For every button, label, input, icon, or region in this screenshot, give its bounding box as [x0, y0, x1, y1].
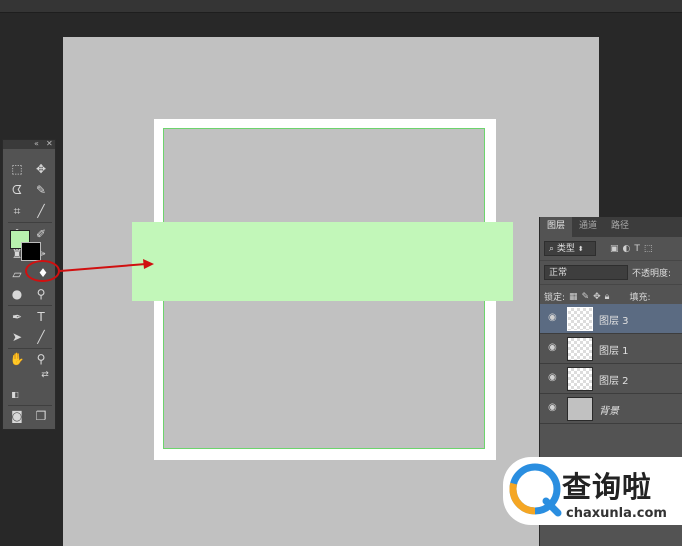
collapse-icon[interactable]: «	[34, 138, 39, 150]
filter-kind-value: 类型	[556, 244, 575, 254]
layer-name: 图层 2	[599, 376, 629, 387]
image-filter-icon[interactable]: ▣	[610, 244, 619, 254]
path-selection-icon[interactable]: ➤	[8, 328, 26, 346]
tools-panel-header[interactable]: « ✕	[3, 138, 55, 150]
filter-kind-select[interactable]: ⌕ 类型 ⬍	[544, 241, 596, 256]
opacity-label: 不透明度:	[632, 269, 672, 279]
panel-tabs: 图层 通道 路径	[540, 217, 682, 237]
layer-thumbnail	[567, 307, 593, 331]
quick-mask-icon[interactable]: ◙	[8, 407, 26, 425]
layer-thumbnail	[567, 397, 593, 421]
layer-thumbnail	[567, 367, 593, 391]
blend-mode-value: 正常	[549, 268, 568, 278]
filter-row: ⌕ 类型 ⬍ ▣ ◐ T ⬚	[540, 237, 682, 261]
lock-all-icon[interactable]: 🔒︎	[605, 292, 610, 302]
eye-icon[interactable]: ◉	[548, 402, 557, 413]
pen-tool-icon[interactable]: ✒	[8, 308, 26, 326]
green-fill-band	[132, 222, 513, 301]
lock-label: 锁定:	[544, 293, 566, 303]
tab-channels[interactable]: 通道	[572, 217, 604, 237]
eye-icon[interactable]: ◉	[548, 342, 557, 353]
lock-transparent-icon[interactable]: ▦	[569, 292, 578, 302]
screen-mode-icon[interactable]: ❐	[32, 407, 50, 425]
shape-filter-icon[interactable]: ⬚	[644, 244, 653, 254]
move-tool-icon[interactable]: ✥	[32, 160, 50, 178]
type-filter-icon[interactable]: T	[634, 244, 640, 254]
tab-paths[interactable]: 路径	[604, 217, 636, 237]
eye-icon[interactable]: ◉	[548, 372, 557, 383]
chevron-down-icon: ⬍	[577, 245, 584, 253]
eyedropper-icon[interactable]: ╱	[32, 202, 50, 220]
fill-label: 填充:	[629, 293, 651, 303]
eye-icon[interactable]: ◉	[548, 312, 557, 323]
dodge-tool-icon[interactable]: ⚲	[32, 285, 50, 303]
layer-row[interactable]: ◉ 图层 3	[540, 304, 682, 334]
brush-tool-icon[interactable]: ✐	[32, 225, 50, 243]
watermark-cn: 查询啦	[562, 470, 653, 504]
tools-panel: « ✕ ⬚ ✥ ᗧ ✎ ⌗ ╱ ✚ ✐ ♜ ✑ ▱ ♦ ● ⚲ ✒ T ➤ ╱ …	[2, 139, 56, 430]
blend-mode-select[interactable]: 正常	[544, 265, 628, 280]
layer-name: 图层 1	[599, 346, 629, 357]
lock-pixels-icon[interactable]: ✎	[582, 292, 590, 302]
layer-thumbnail	[567, 337, 593, 361]
divider	[8, 405, 52, 406]
divider	[8, 222, 52, 223]
watermark-logo	[509, 463, 562, 517]
type-tool-icon[interactable]: T	[32, 308, 50, 326]
blur-tool-icon[interactable]: ●	[8, 285, 26, 303]
hand-tool-icon[interactable]: ✋	[8, 350, 26, 368]
eraser-icon[interactable]: ▱	[8, 265, 26, 283]
layer-row[interactable]: ◉ 图层 1	[540, 334, 682, 364]
options-bar	[0, 0, 682, 13]
crop-tool-icon[interactable]: ⌗	[8, 202, 26, 220]
marquee-tool-icon[interactable]: ⬚	[8, 160, 26, 178]
swap-colors-icon[interactable]: ⇄	[36, 366, 54, 384]
lasso-tool-icon[interactable]: ᗧ	[8, 181, 26, 199]
divider	[8, 348, 52, 349]
divider	[8, 305, 52, 306]
watermark-en: chaxunla.com	[566, 506, 667, 521]
default-colors-icon[interactable]: ◧	[6, 386, 24, 404]
adjustment-filter-icon[interactable]: ◐	[623, 244, 631, 254]
tab-layers[interactable]: 图层	[540, 217, 573, 237]
quick-selection-icon[interactable]: ✎	[32, 181, 50, 199]
search-icon: ⌕	[549, 244, 555, 254]
line-tool-icon[interactable]: ╱	[32, 328, 50, 346]
layer-row[interactable]: ◉ 背景	[540, 394, 682, 424]
background-color-swatch[interactable]	[21, 242, 41, 261]
layer-name: 背景	[599, 406, 619, 417]
layer-name: 图层 3	[599, 316, 629, 327]
blend-row: 正常 不透明度:	[540, 261, 682, 285]
close-icon[interactable]: ✕	[46, 138, 53, 150]
highlight-circle	[25, 260, 60, 282]
layer-row[interactable]: ◉ 图层 2	[540, 364, 682, 394]
lock-position-icon[interactable]: ✥	[593, 292, 601, 302]
